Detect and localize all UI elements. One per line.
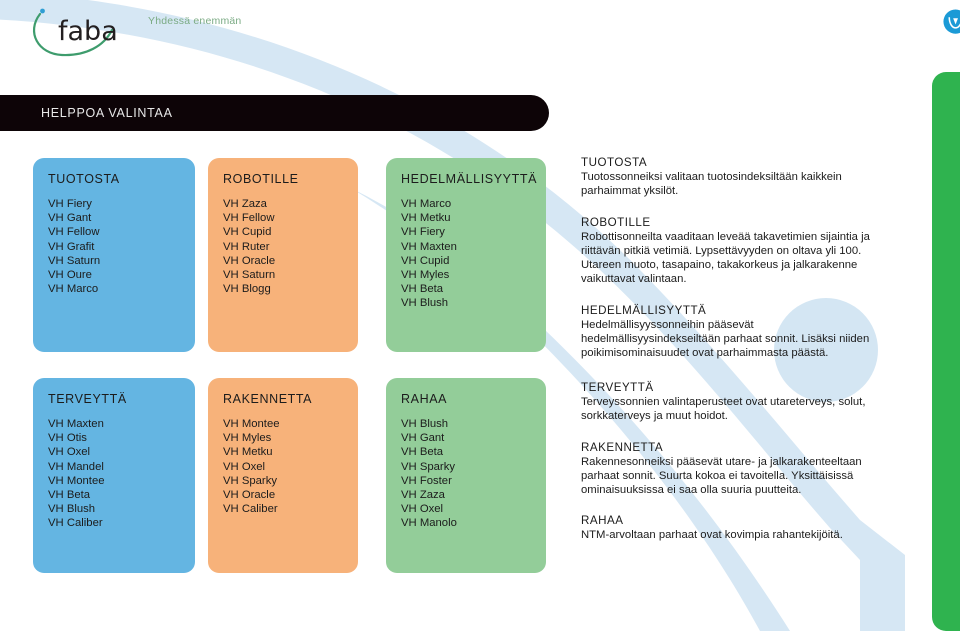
card-bull-list: VH Fiery VH Gant VH Fellow VH Grafit VH … (48, 197, 195, 296)
faba-logo: faba (28, 6, 140, 58)
description-block-hedelmallisyytta: HEDELMÄLLISYYTTÄ Hedelmällisyyssonneihin… (581, 304, 884, 361)
list-item: VH Maxten (401, 240, 457, 253)
card-bull-list: VH Maxten VH Otis VH Oxel VH Mandel VH M… (48, 417, 195, 531)
description-block-terveytta: TERVEYTTÄ Terveyssonnien valintaperustee… (581, 381, 884, 424)
description-heading: RAHAA (581, 514, 624, 528)
list-item: VH Cupid (223, 226, 272, 239)
description-heading: HEDELMÄLLISYYTTÄ (581, 303, 707, 317)
description-body: Terveyssonnien valintaperusteet ovat uta… (581, 396, 866, 423)
list-item: VH Metku (401, 212, 451, 225)
card-robotille[interactable]: ROBOTILLE VH Zaza VH Fellow VH Cupid VH … (208, 158, 358, 352)
list-item: VH Foster (401, 474, 452, 487)
list-item: VH Caliber (48, 517, 103, 530)
card-rahaa[interactable]: RAHAA VH Blush VH Gant VH Beta VH Sparky… (386, 378, 546, 573)
description-heading: RAKENNETTA (581, 440, 664, 454)
description-block-rahaa: RAHAA NTM-arvoltaan parhaat ovat kovimpi… (581, 514, 884, 542)
list-item: VH Myles (401, 269, 450, 282)
faba-logo-text: faba (58, 16, 118, 47)
green-side-bar (932, 72, 960, 631)
list-item: VH Beta (401, 283, 444, 296)
list-item: VH Blush (401, 297, 449, 310)
card-title: RAHAA (401, 392, 448, 406)
card-title: TERVEYTTÄ (48, 392, 127, 406)
card-tuotosta[interactable]: TUOTOSTA VH Fiery VH Gant VH Fellow VH G… (33, 158, 195, 352)
list-item: VH Fiery (401, 226, 445, 239)
description-block-tuotosta: TUOTOSTA Tuotossonneiksi valitaan tuotos… (581, 156, 884, 199)
list-item: VH Sparky (223, 474, 277, 487)
list-item: VH Grafit (48, 240, 95, 253)
list-item: VH Oracle (223, 489, 276, 502)
card-bull-list: VH Marco VH Metku VH Fiery VH Maxten VH … (401, 197, 546, 311)
list-item: VH Metku (223, 446, 273, 459)
description-body: Rakennesonneiksi pääsevät utare- ja jalk… (581, 455, 862, 497)
list-item: VH Blogg (223, 283, 271, 296)
list-item: VH Marco (401, 198, 452, 210)
description-block-rakennetta: RAKENNETTA Rakennesonneiksi pääsevät uta… (581, 441, 884, 498)
tagline: Yhdessä enemmän (148, 15, 242, 27)
section-title-bar: HELPPOA VALINTAA (0, 95, 549, 131)
list-item: VH Cupid (401, 254, 450, 267)
list-item: VH Zaza (401, 489, 445, 502)
description-column-lower: TERVEYTTÄ Terveyssonnien valintaperustee… (581, 381, 884, 543)
description-column-upper: TUOTOSTA Tuotossonneiksi valitaan tuotos… (581, 156, 884, 361)
card-bull-list: VH Blush VH Gant VH Beta VH Sparky VH Fo… (401, 417, 546, 531)
list-item: VH Oxel (223, 460, 266, 473)
list-item: VH Beta (48, 489, 91, 502)
list-item: VH Fellow (223, 212, 275, 225)
description-body: Hedelmällisyyssonneihin pääsevät hedelmä… (581, 318, 870, 360)
list-item: VH Blush (48, 503, 96, 516)
list-item: VH Oracle (223, 254, 276, 267)
list-item: VH Oure (48, 269, 92, 282)
list-item: VH Marco (48, 283, 99, 296)
description-heading: TUOTOSTA (581, 156, 648, 169)
page-root: faba Yhdessä enemmän VIKINGGENETICS® HEL… (0, 0, 960, 631)
list-item: VH Montee (223, 418, 280, 430)
list-item: VH Beta (401, 446, 444, 459)
list-item: VH Fellow (48, 226, 100, 239)
card-hedelmallisyytta[interactable]: HEDELMÄLLISYYTTÄ VH Marco VH Metku VH Fi… (386, 158, 546, 352)
card-bull-list: VH Zaza VH Fellow VH Cupid VH Ruter VH O… (223, 197, 358, 296)
card-title: ROBOTILLE (223, 172, 299, 186)
description-body: NTM-arvoltaan parhaat ovat kovimpia raha… (581, 529, 843, 542)
bull-head-icon (943, 9, 960, 34)
list-item: VH Gant (48, 212, 92, 225)
list-item: VH Blush (401, 418, 449, 430)
list-item: VH Oxel (48, 446, 91, 459)
card-title: TUOTOSTA (48, 172, 120, 186)
description-block-robotille: ROBOTILLE Robottisonneilta vaaditaan lev… (581, 216, 884, 287)
description-heading: TERVEYTTÄ (581, 381, 654, 394)
description-heading: ROBOTILLE (581, 215, 651, 229)
list-item: VH Fiery (48, 198, 92, 210)
list-item: VH Montee (48, 474, 105, 487)
card-terveytta[interactable]: TERVEYTTÄ VH Maxten VH Otis VH Oxel VH M… (33, 378, 195, 573)
list-item: VH Sparky (401, 460, 455, 473)
card-title: RAKENNETTA (223, 392, 313, 406)
list-item: VH Saturn (223, 269, 276, 282)
card-bull-list: VH Montee VH Myles VH Metku VH Oxel VH S… (223, 417, 358, 516)
list-item: VH Myles (223, 432, 272, 445)
list-item: VH Maxten (48, 418, 104, 430)
list-item: VH Gant (401, 432, 445, 445)
list-item: VH Saturn (48, 254, 101, 267)
card-rakennetta[interactable]: RAKENNETTA VH Montee VH Myles VH Metku V… (208, 378, 358, 573)
list-item: VH Zaza (223, 198, 267, 210)
section-title-label: HELPPOA VALINTAA (41, 106, 173, 120)
list-item: VH Otis (48, 432, 87, 445)
list-item: VH Mandel (48, 460, 104, 473)
description-body: Robottisonneilta vaaditaan leveää takave… (581, 230, 870, 286)
description-body: Tuotossonneiksi valitaan tuotosindeksilt… (581, 171, 842, 198)
card-title: HEDELMÄLLISYYTTÄ (401, 172, 538, 186)
list-item: VH Oxel (401, 503, 444, 516)
list-item: VH Caliber (223, 503, 278, 516)
list-item: VH Ruter (223, 240, 270, 253)
page-header: faba Yhdessä enemmän VIKINGGENETICS® (0, 0, 960, 72)
list-item: VH Manolo (401, 517, 457, 530)
